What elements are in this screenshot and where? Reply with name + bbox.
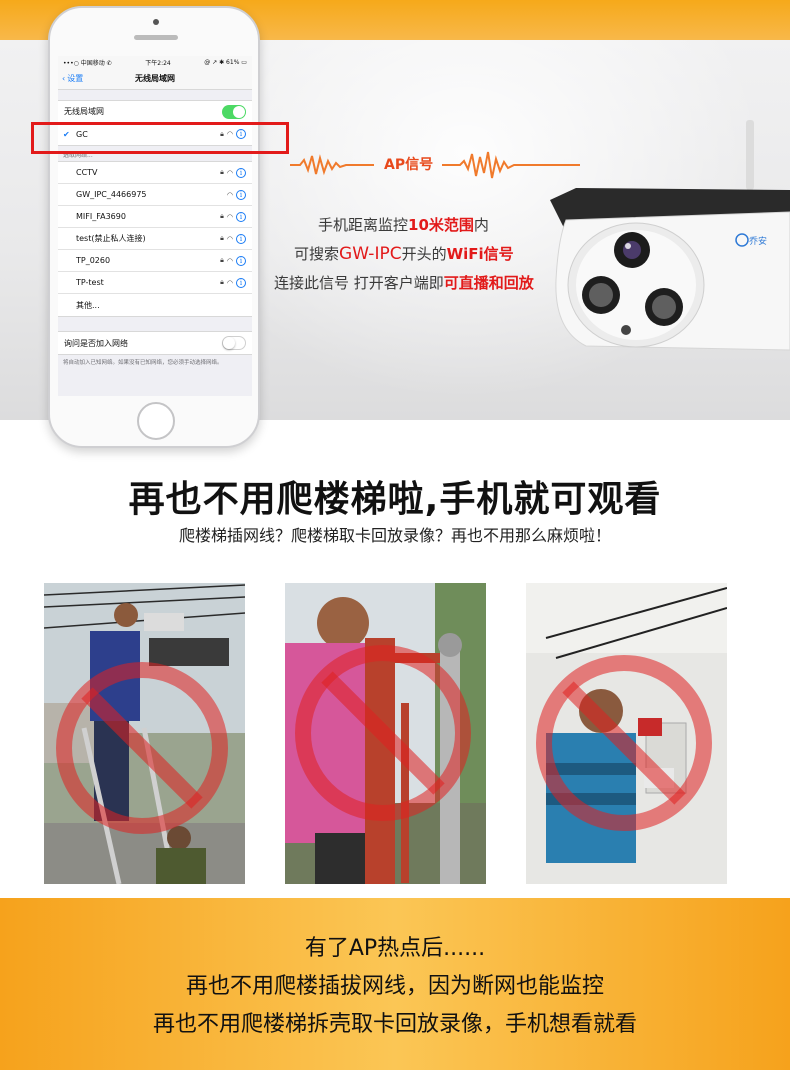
subheadline: 爬楼梯插网线？爬楼梯取卡回放录像？再也不用那么麻烦啦！ (178, 526, 611, 545)
network-name: GW_IPC_4466975 (76, 190, 147, 199)
network-row[interactable]: MIFI_FA3690 🔒︎ ◠ i (58, 206, 252, 228)
phone-mockup: •••○ 中国移动 ✆ 下午2:24 @ ↗ ✱ 61% ▭ ‹ 设置 无线局域… (48, 6, 260, 448)
network-row[interactable]: GW_IPC_4466975 ◠ i (58, 184, 252, 206)
bottom-line-1: 有了AP热点后...... (304, 936, 486, 961)
home-button[interactable] (137, 402, 175, 440)
network-row[interactable]: test(禁止私人连接) 🔒︎ ◠ i (58, 228, 252, 250)
wifi-signal-icon: ◠ (226, 256, 233, 265)
camera-brand-text: 乔安 (749, 235, 767, 247)
network-row[interactable]: TP_0260 🔒︎ ◠ i (58, 250, 252, 272)
hero-line-2-text: 可搜索 (294, 245, 340, 263)
bottom-line-2: 再也不用爬楼插拔网线，因为断网也能监控 (185, 974, 604, 999)
ask-join-label: 询问是否加入网络 (64, 338, 128, 348)
phone-screen: •••○ 中国移动 ✆ 下午2:24 @ ↗ ✱ 61% ▭ ‹ 设置 无线局域… (58, 56, 252, 396)
ask-join-section: 询问是否加入网络 (58, 331, 252, 355)
hero-line-2-highlight: WiFi信号 (446, 245, 514, 263)
wifi-signal-icon: ◠ (226, 278, 233, 287)
wifi-signal-icon: ◠ (226, 168, 233, 177)
info-icon[interactable]: i (236, 189, 246, 200)
wifi-signal-icon: ◠ (226, 212, 233, 221)
hero-line-1: 手机距离监控10米范围内 (318, 214, 489, 235)
network-name: test(禁止私人连接) (76, 234, 146, 243)
network-row[interactable]: CCTV 🔒︎ ◠ i (58, 162, 252, 184)
network-name: TP-test (76, 278, 104, 287)
network-list: CCTV 🔒︎ ◠ i GW_IPC_4466975 ◠ i MIFI_FA3690 … (58, 161, 252, 317)
network-row[interactable]: TP-test 🔒︎ ◠ i (58, 272, 252, 294)
hero-line-1-end: 内 (473, 216, 489, 234)
info-icon[interactable]: i (236, 211, 246, 222)
wifi-signal-icon: ◠ (226, 234, 233, 243)
info-icon[interactable]: i (236, 277, 246, 288)
info-icon[interactable]: i (236, 255, 246, 266)
hero-line-2: 可搜索GW-IPC开头的WiFi信号 (294, 243, 514, 264)
lock-icon: 🔒︎ (220, 256, 224, 264)
ap-signal-label: AP信号 (384, 157, 434, 173)
network-name: TP_0260 (76, 256, 111, 265)
phone-speaker (134, 35, 178, 40)
status-bar: •••○ 中国移动 ✆ 下午2:24 @ ↗ ✱ 61% ▭ (58, 56, 252, 68)
lock-icon: 🔒︎ (220, 168, 224, 176)
hero-line-1-text: 手机距离监控 (318, 216, 409, 234)
info-icon[interactable]: i (236, 233, 246, 244)
lock-icon: 🔒︎ (220, 278, 224, 286)
headline: 再也不用爬楼梯啦,手机就可观看 (128, 479, 662, 520)
bottom-banner: 有了AP热点后...... 再也不用爬楼插拔网线，因为断网也能监控 再也不用爬楼… (0, 898, 790, 1070)
highlight-box (31, 122, 289, 154)
hero-line-3: 连接此信号 打开客户端即可直播和回放 (274, 272, 534, 293)
hero-line-3-highlight: 可直播和回放 (443, 274, 534, 292)
ask-join-toggle[interactable] (222, 336, 246, 350)
hero-line-2-mid: 开头的 (401, 245, 447, 263)
signal-wave-graphic (290, 151, 580, 179)
network-name: MIFI_FA3690 (76, 212, 126, 221)
lock-icon: 🔒︎ (220, 212, 224, 220)
clock-text: 下午2:24 (145, 59, 171, 67)
other-network-row[interactable]: 其他... (58, 294, 252, 316)
network-name: 其他... (76, 300, 100, 310)
camera-illustration: 乔安 (550, 120, 790, 351)
hero-line-3-text: 连接此信号 打开客户端即 (274, 274, 444, 292)
photo-ladder-worker-1 (44, 583, 245, 884)
wifi-toggle-label: 无线局域网 (64, 107, 104, 116)
info-icon[interactable]: i (236, 167, 246, 178)
photo-ladder-worker-2 (285, 583, 486, 884)
network-name: CCTV (76, 168, 98, 177)
photo-ladder-worker-3 (526, 583, 727, 884)
bottom-line-3: 再也不用爬楼梯拆壳取卡回放录像，手机想看就看 (152, 1012, 637, 1037)
wifi-toggle-row: 无线局域网 (58, 101, 252, 123)
nav-bar: ‹ 设置 无线局域网 (58, 68, 252, 90)
ask-join-note: 将自动加入已知网络。如果没有已知网络，您必须手动选择网络。 (63, 360, 223, 366)
carrier-text: •••○ 中国移动 ✆ (63, 59, 112, 67)
lock-icon: 🔒︎ (220, 234, 224, 242)
battery-text: @ ↗ ✱ 61% ▭ (204, 58, 247, 66)
nav-title: 无线局域网 (135, 74, 175, 83)
front-camera-dot (153, 19, 159, 25)
wifi-toggle[interactable] (222, 104, 246, 119)
wifi-signal-icon: ◠ (226, 190, 233, 199)
ask-join-row: 询问是否加入网络 (58, 332, 252, 354)
hero-line-2-gwipc: GW-IPC (339, 244, 402, 264)
hero-line-1-highlight: 10米范围 (408, 216, 474, 234)
